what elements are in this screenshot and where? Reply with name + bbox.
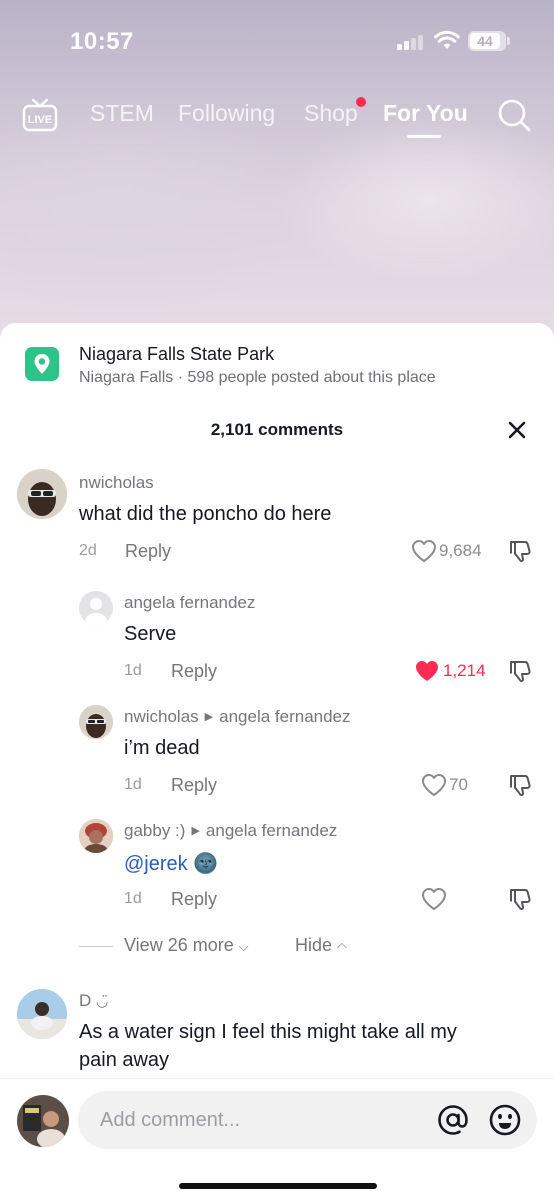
like-count: 9,684 xyxy=(439,541,482,560)
comments-sheet: Niagara Falls State Park Niagara Falls ·… xyxy=(0,323,554,1200)
chevron-up-icon: ⌵ xyxy=(337,940,347,955)
reply-arrow-icon: ▶ xyxy=(191,825,200,837)
dislike-icon[interactable] xyxy=(507,886,533,912)
new-moon-face-emoji: 🌚 xyxy=(193,853,219,875)
comment-text: Serve xyxy=(124,623,177,645)
mention-link[interactable]: @jerek xyxy=(124,853,188,875)
comment-composer xyxy=(0,1078,554,1200)
status-time: 10:57 xyxy=(70,28,134,55)
comment-text: As a water sign I feel this might take a… xyxy=(79,1021,457,1043)
avatar[interactable] xyxy=(17,989,67,1039)
heart-icon[interactable] xyxy=(421,887,447,911)
comment-age: 1d xyxy=(124,662,142,679)
tab-stem[interactable]: STEM xyxy=(90,100,154,127)
comment-username[interactable]: D ◡̈ xyxy=(79,991,108,1011)
thread-divider xyxy=(79,946,113,947)
reply-button[interactable]: Reply xyxy=(171,661,217,682)
location-pin-icon xyxy=(25,347,59,381)
reply-button[interactable]: Reply xyxy=(171,775,217,796)
comment-text: what did the poncho do here xyxy=(79,503,332,525)
emoji-icon[interactable] xyxy=(488,1103,522,1137)
place-banner[interactable]: Niagara Falls State Park Niagara Falls ·… xyxy=(0,343,554,393)
like-count: 70 xyxy=(449,775,468,794)
search-icon[interactable] xyxy=(497,98,531,132)
reply-arrow-icon: ▶ xyxy=(204,711,214,723)
comment-username[interactable]: nwicholas ▶ angela fernandez xyxy=(124,707,351,727)
heart-icon[interactable] xyxy=(411,539,437,563)
battery-level: 44 xyxy=(477,33,493,49)
comment-text: i’m dead xyxy=(124,737,200,759)
shop-notification-dot xyxy=(356,97,366,107)
wifi-icon xyxy=(434,30,460,49)
live-tv-icon[interactable]: LIVE xyxy=(22,98,58,132)
comment-age: 2d xyxy=(79,542,97,559)
comment-username[interactable]: nwicholas xyxy=(79,473,154,493)
reply-button[interactable]: Reply xyxy=(125,541,171,562)
place-title: Niagara Falls State Park xyxy=(79,344,275,364)
view-more-replies-button[interactable]: View 26 more ⌵ xyxy=(124,935,249,956)
my-avatar[interactable] xyxy=(17,1095,69,1147)
reply-button[interactable]: Reply xyxy=(171,889,217,910)
chevron-down-icon: ⌵ xyxy=(238,939,249,954)
tab-for-you[interactable]: For You xyxy=(383,100,468,127)
comments-header: 2,101 comments xyxy=(0,420,554,444)
like-count: 1,214 xyxy=(443,661,486,680)
hide-replies-button[interactable]: Hide ⌵ xyxy=(295,935,347,956)
heart-filled-icon[interactable] xyxy=(414,659,440,683)
battery-icon: 44 xyxy=(468,31,510,51)
dislike-icon[interactable] xyxy=(507,658,533,684)
comment-input-wrapper xyxy=(78,1091,537,1149)
status-bar: 10:57 44 xyxy=(0,0,554,80)
comment-username[interactable]: angela fernandez xyxy=(124,593,255,613)
avatar[interactable] xyxy=(79,705,113,739)
svg-text:LIVE: LIVE xyxy=(28,114,52,126)
close-icon[interactable] xyxy=(505,418,529,442)
comment-username[interactable]: gabby :) ▶ angela fernandez xyxy=(124,821,337,841)
tab-shop[interactable]: Shop xyxy=(304,100,358,127)
dislike-icon[interactable] xyxy=(507,772,533,798)
home-indicator xyxy=(179,1183,377,1189)
tab-following[interactable]: Following xyxy=(178,100,275,127)
comment-text-line-2: pain away xyxy=(79,1049,170,1071)
avatar[interactable] xyxy=(79,591,113,625)
comment-input[interactable] xyxy=(100,1091,420,1149)
place-subtitle: Niagara Falls · 598 people posted about … xyxy=(79,369,436,386)
avatar[interactable] xyxy=(17,469,67,519)
comment-text: @jerek 🌚 xyxy=(124,851,218,876)
avatar[interactable] xyxy=(79,819,113,853)
at-mention-icon[interactable] xyxy=(436,1103,470,1137)
top-nav: LIVE STEM Following Shop For You xyxy=(0,92,554,142)
comments-count: 2,101 comments xyxy=(210,420,344,439)
dislike-icon[interactable] xyxy=(507,538,533,564)
cellular-signal-icon xyxy=(397,34,425,50)
comment-age: 1d xyxy=(124,890,142,907)
active-tab-indicator xyxy=(407,135,441,138)
comment-age: 1d xyxy=(124,776,142,793)
heart-icon[interactable] xyxy=(421,773,447,797)
